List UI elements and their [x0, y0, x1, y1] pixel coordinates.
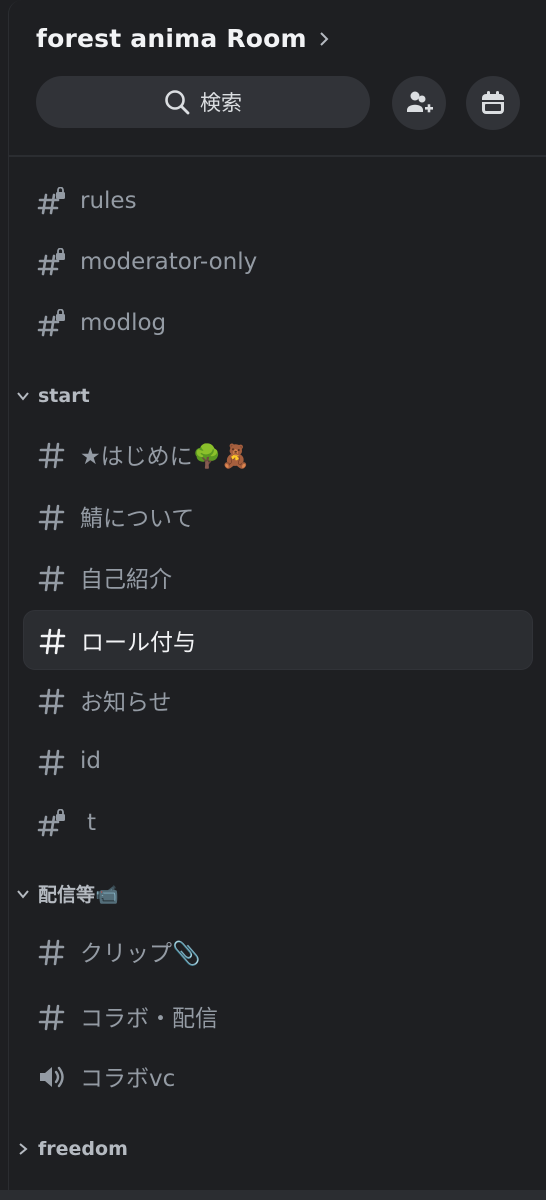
speaker-icon — [40, 1066, 64, 1088]
search-icon — [165, 90, 190, 115]
chevron-right-icon — [19, 1143, 28, 1155]
channel-moderator-only[interactable]: moderator-only — [23, 233, 531, 291]
chevron-down-icon — [17, 392, 29, 401]
channel-t[interactable]: t — [23, 794, 531, 852]
events-button[interactable] — [466, 76, 520, 130]
channel-label: id — [80, 748, 101, 774]
channel-label: moderator-only — [80, 249, 258, 275]
channel-id[interactable]: id — [23, 732, 531, 790]
locked-text-channel-icon — [37, 309, 65, 337]
add-member-icon — [407, 91, 433, 113]
server-header[interactable]: forest anima Room — [36, 24, 329, 53]
channel-label: コラボ・配信 — [80, 1006, 218, 1032]
chevron-down-icon — [17, 889, 29, 899]
category-name: start — [38, 385, 90, 407]
channel-label: 鯖について — [80, 506, 195, 532]
locked-text-channel-icon — [37, 809, 65, 837]
search-label: 検索 — [200, 91, 242, 115]
channel-label: modlog — [80, 310, 167, 336]
search-button[interactable]: 検索 — [36, 76, 370, 128]
category-name: freedom — [38, 1138, 128, 1160]
channel-modlog[interactable]: modlog — [23, 294, 531, 352]
text-channel-icon — [38, 504, 65, 531]
channel-oshirase[interactable]: お知らせ — [23, 671, 531, 729]
channel-label: クリップ📎 — [80, 941, 201, 967]
text-channel-icon — [38, 939, 65, 966]
category-haishin[interactable]: 配信等📹 — [16, 880, 119, 907]
locked-text-channel-icon — [37, 248, 65, 276]
channel-role[interactable]: ロール付与 — [23, 610, 533, 670]
channel-label: コラボvc — [80, 1066, 176, 1092]
channel-rules[interactable]: rules — [23, 172, 531, 230]
text-channel-icon — [38, 1004, 65, 1031]
category-start[interactable]: start — [16, 385, 90, 407]
chevron-right-icon — [320, 31, 329, 46]
text-channel-icon — [38, 688, 65, 715]
channel-label: t — [87, 810, 97, 836]
calendar-icon — [482, 91, 504, 114]
channel-hajimeni[interactable]: ★はじめに🌳🧸 — [23, 425, 531, 483]
category-name: 配信等📹 — [38, 884, 119, 906]
invite-members-button[interactable] — [392, 76, 446, 130]
header-divider — [8, 155, 546, 157]
channel-label: お知らせ — [80, 690, 172, 716]
channel-saba[interactable]: 鯖について — [23, 487, 531, 545]
text-channel-icon — [39, 628, 66, 655]
category-freedom[interactable]: freedom — [16, 1138, 128, 1160]
bottom-edge — [0, 1190, 546, 1200]
channel-label: rules — [80, 188, 137, 214]
channel-clip[interactable]: クリップ📎 — [23, 922, 531, 980]
locked-text-channel-icon — [37, 187, 65, 215]
server-name: forest anima Room — [36, 24, 307, 53]
channel-label: ★はじめに🌳🧸 — [80, 444, 250, 470]
channel-collab-haishin[interactable]: コラボ・配信 — [23, 987, 531, 1045]
channel-jikoshoukai[interactable]: 自己紹介 — [23, 548, 531, 606]
text-channel-icon — [38, 749, 65, 776]
channel-label: 自己紹介 — [80, 567, 172, 593]
text-channel-icon — [38, 442, 65, 469]
channel-collab-vc[interactable]: コラボvc — [23, 1047, 531, 1105]
text-channel-icon — [38, 565, 65, 592]
channel-label: ロール付与 — [81, 630, 196, 656]
